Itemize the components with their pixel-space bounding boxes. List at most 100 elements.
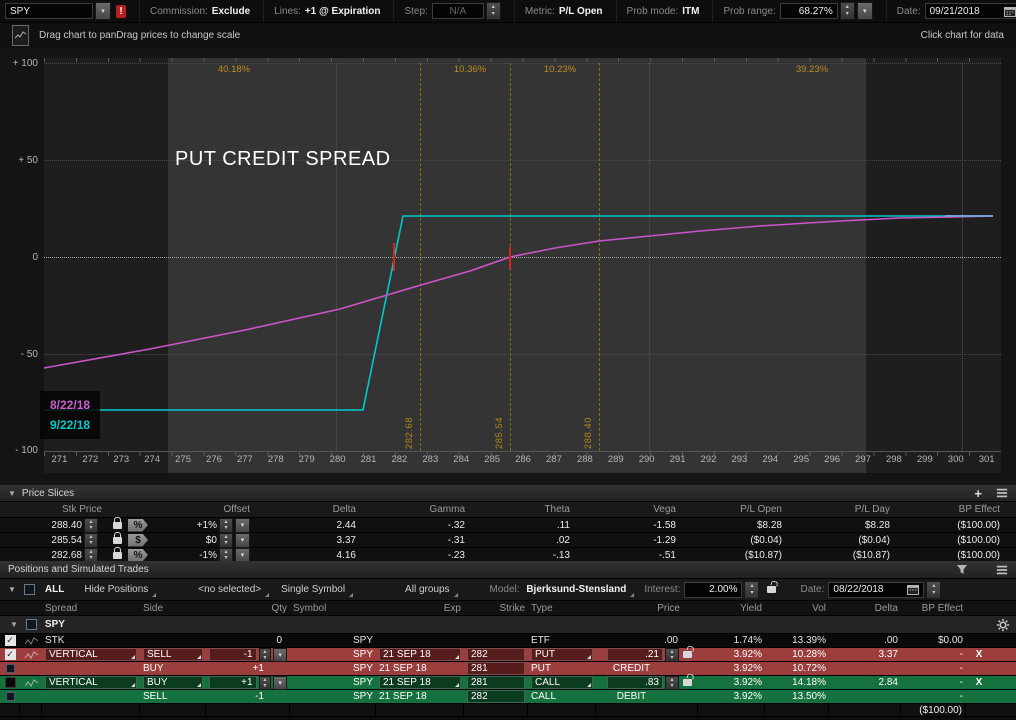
strike-cell[interactable]: 281: [467, 662, 525, 675]
lock-icon[interactable]: [113, 537, 122, 544]
remove-trade-button[interactable]: X: [966, 648, 992, 662]
trade-row[interactable]: SELL -1 SPY 21 SEP 18 282 CALL DEBIT 3.9…: [0, 690, 1016, 704]
slices-menu-icon[interactable]: [997, 492, 1007, 494]
add-slice-icon[interactable]: +: [974, 487, 982, 500]
stock-position-row[interactable]: ✓ STK 0 SPY ETF .00 1.74% 13.39% .00 $0.…: [0, 634, 1016, 648]
collapse-icon[interactable]: ▼: [8, 585, 16, 594]
slice-price-input[interactable]: 288.40: [4, 519, 82, 531]
exp-cell[interactable]: 21 SEP 18: [379, 648, 461, 661]
lock-icon[interactable]: [113, 552, 122, 559]
collapse-icon[interactable]: ▼: [8, 489, 16, 498]
collapse-icon[interactable]: ▼: [10, 620, 18, 629]
offset-value[interactable]: $0: [151, 535, 217, 546]
positions-date-input[interactable]: 08/22/2018: [828, 582, 924, 598]
slice-price-spinner[interactable]: ▴▾: [84, 533, 98, 548]
unlock-icon[interactable]: [767, 586, 776, 593]
select-all-checkbox[interactable]: [24, 584, 35, 595]
model-dropdown[interactable]: Model: Bjerksund-Stensland: [480, 584, 637, 595]
lock-icon[interactable]: [113, 522, 122, 529]
qty-dropdown[interactable]: ▾: [273, 648, 287, 662]
prob-range-dropdown-button[interactable]: ▾: [857, 2, 873, 20]
date-input[interactable]: 09/21/2018: [925, 3, 1016, 19]
offset-spinner[interactable]: ▴▾: [219, 518, 233, 533]
groups-dropdown[interactable]: All groups: [395, 584, 459, 595]
slice-bp-effect: ($100.00): [894, 535, 1004, 546]
type-cell[interactable]: PUT: [531, 648, 593, 661]
chart-style-icon[interactable]: [12, 25, 29, 46]
strike-cell[interactable]: 282: [467, 690, 525, 703]
price-cell[interactable]: .83: [607, 676, 663, 689]
all-filter[interactable]: ALL: [35, 584, 74, 595]
price-spinner[interactable]: ▴▾: [665, 676, 679, 690]
side-cell: BUY: [140, 662, 206, 676]
row-checkbox[interactable]: [6, 692, 15, 701]
type-cell[interactable]: CALL: [531, 676, 593, 689]
qty-spinner[interactable]: ▴▾: [259, 648, 272, 662]
prob-mode-group[interactable]: Prob mode: ITM: [616, 0, 700, 22]
col-delta: Delta: [829, 601, 901, 615]
side-cell[interactable]: BUY: [143, 676, 203, 689]
positions-date-spinner[interactable]: ▴▾: [926, 581, 941, 599]
offset-unit-button[interactable]: $: [128, 534, 148, 547]
positions-menu-icon[interactable]: [997, 569, 1007, 571]
prob-range-input[interactable]: 68.27%: [780, 3, 838, 19]
group-settings[interactable]: [996, 618, 1010, 632]
commission-group[interactable]: Commission: Exclude: [139, 0, 250, 22]
row-checkbox[interactable]: ✓: [5, 635, 16, 646]
interest-spinner[interactable]: ▴▾: [744, 581, 759, 599]
lines-group[interactable]: Lines: +1 @ Expiration: [263, 0, 380, 22]
row-checkbox[interactable]: [5, 677, 16, 688]
qty-dropdown[interactable]: ▾: [273, 676, 287, 690]
positions-header[interactable]: Positions and Simulated Trades: [0, 561, 1016, 579]
qty-cell[interactable]: +1: [209, 676, 257, 689]
hide-positions-button[interactable]: Hide Positions: [74, 584, 158, 595]
slice-price-input[interactable]: 282.68: [4, 549, 82, 561]
trade-row[interactable]: BUY +1 SPY 21 SEP 18 281 PUT CREDIT 3.92…: [0, 662, 1016, 676]
spread-cell[interactable]: VERTICAL: [45, 676, 137, 689]
offset-unit-button[interactable]: %: [128, 549, 148, 562]
metric-group[interactable]: Metric: P/L Open: [514, 0, 603, 22]
exp-cell[interactable]: 21 SEP 18: [379, 676, 461, 689]
vol-cell: 10.72%: [765, 662, 829, 676]
symbol-dropdown-button[interactable]: ▾: [95, 2, 111, 20]
offset-value[interactable]: +1%: [151, 520, 217, 531]
offset-dropdown-button[interactable]: ▾: [235, 533, 250, 548]
unlock-icon[interactable]: [683, 679, 692, 686]
trade-row[interactable]: VERTICAL BUY +1 ▴▾ ▾ SPY 21 SEP 18 281 C…: [0, 676, 1016, 690]
offset-value[interactable]: -1%: [151, 550, 217, 561]
slice-price-input[interactable]: 285.54: [4, 534, 82, 546]
slice-price-spinner[interactable]: ▴▾: [84, 518, 98, 533]
filter-icon[interactable]: [956, 564, 968, 575]
remove-trade-button[interactable]: X: [966, 676, 992, 690]
expiration-line: [44, 216, 993, 410]
interest-input[interactable]: 2.00%: [684, 582, 742, 598]
risk-profile-chart[interactable]: + 100 + 50 0 - 50 - 100 282.68 285.54 28…: [0, 48, 1016, 485]
offset-dropdown-button[interactable]: ▾: [235, 518, 250, 533]
alert-icon[interactable]: !: [116, 5, 126, 18]
step-input[interactable]: N/A: [432, 3, 484, 19]
symbol-input[interactable]: SPY: [5, 3, 93, 19]
symbol-group-row[interactable]: ▼ SPY: [0, 616, 1016, 634]
chevron-down-icon: ▾: [101, 7, 105, 15]
trade-row[interactable]: ✓ VERTICAL SELL -1 ▴▾ ▾ SPY 21 SEP 18 28…: [0, 648, 1016, 662]
exp-cell: 21 SEP 18: [376, 690, 464, 704]
selection-dropdown[interactable]: <no selected>: [188, 584, 271, 595]
price-slices-header[interactable]: ▼ Price Slices +: [0, 485, 1016, 502]
strike-cell[interactable]: 282: [467, 648, 525, 661]
strike-cell[interactable]: 281: [467, 676, 525, 689]
row-checkbox[interactable]: ✓: [5, 649, 16, 660]
side-cell[interactable]: SELL: [143, 648, 203, 661]
offset-unit-button[interactable]: %: [128, 519, 148, 532]
step-spinner[interactable]: ▴▾: [486, 2, 501, 20]
prob-range-spinner[interactable]: ▴▾: [840, 2, 855, 20]
single-symbol-dropdown[interactable]: Single Symbol: [271, 584, 355, 595]
price-cell[interactable]: .21: [607, 648, 663, 661]
spread-cell[interactable]: VERTICAL: [45, 648, 137, 661]
group-checkbox[interactable]: [26, 619, 37, 630]
unlock-icon[interactable]: [683, 651, 692, 658]
offset-spinner[interactable]: ▴▾: [219, 533, 233, 548]
qty-cell[interactable]: -1: [209, 648, 257, 661]
price-spinner[interactable]: ▴▾: [665, 648, 679, 662]
row-checkbox[interactable]: [6, 664, 15, 673]
qty-spinner[interactable]: ▴▾: [259, 676, 272, 690]
